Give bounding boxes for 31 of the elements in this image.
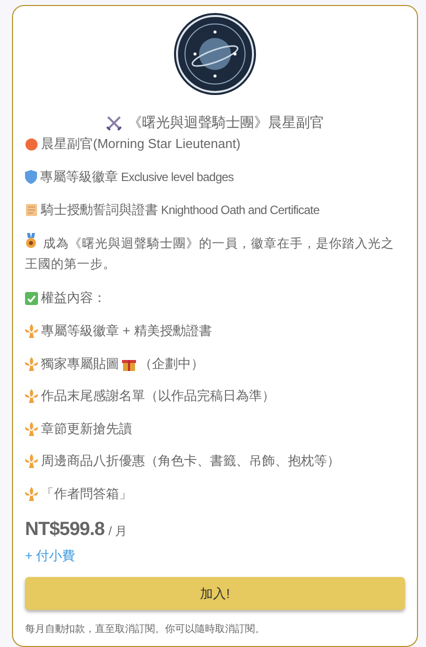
feature-text: 晨星副官(Morning Star Lieutenant) xyxy=(41,135,240,153)
medal-icon xyxy=(25,233,37,249)
price-period: / 月 xyxy=(108,523,128,540)
benefit-text: 獨家專屬貼圖 xyxy=(41,354,119,372)
crossed-swords-icon xyxy=(106,115,122,131)
benefit-note: （企劃中） xyxy=(139,354,204,372)
feature-text: 專屬等級徽章 xyxy=(40,168,118,186)
description-text: 成為《曙光與迴聲騎士團》的一員，徽章在手，是你踏入光之王國的第一步。 xyxy=(25,233,405,274)
plan-title: 《曙光與迴聲騎士團》晨星副官 xyxy=(128,114,324,132)
circle-icon xyxy=(25,138,38,150)
price-amount: NT$599.8 xyxy=(25,519,104,541)
benefit-text: 專屬等級徽章 + 精美授勳證書 xyxy=(41,322,212,340)
checkbox-icon xyxy=(25,292,38,304)
fleur-de-lis-icon xyxy=(25,454,38,468)
shield-icon xyxy=(25,170,37,184)
scroll-icon xyxy=(25,203,38,217)
fleur-de-lis-icon xyxy=(25,356,38,370)
benefit-text: 「作者問答箱」 xyxy=(41,484,132,502)
fleur-de-lis-icon xyxy=(25,389,38,403)
feature-text: 騎士授勳誓詞與證書 xyxy=(41,201,158,219)
fleur-de-lis-icon xyxy=(25,486,38,500)
feature-text-english: Knighthood Oath and Certificate xyxy=(161,203,320,217)
billing-note: 每月自動扣款，直至取消訂閱。你可以隨時取消訂閱。 xyxy=(25,622,266,636)
join-button[interactable]: 加入! xyxy=(25,577,405,610)
benefit-text: 章節更新搶先讀 xyxy=(41,420,132,438)
feature-text-english: Exclusive level badges xyxy=(121,170,234,184)
benefit-text: 周邊商品八折優惠（角色卡、書籤、吊飾、抱枕等） xyxy=(41,452,340,470)
fleur-de-lis-icon xyxy=(25,324,38,338)
fleur-de-lis-icon xyxy=(25,422,38,436)
benefits-heading: 權益內容： xyxy=(41,289,106,307)
benefit-text: 作品末尾感謝名單（以作品完稿日為準） xyxy=(41,387,275,405)
